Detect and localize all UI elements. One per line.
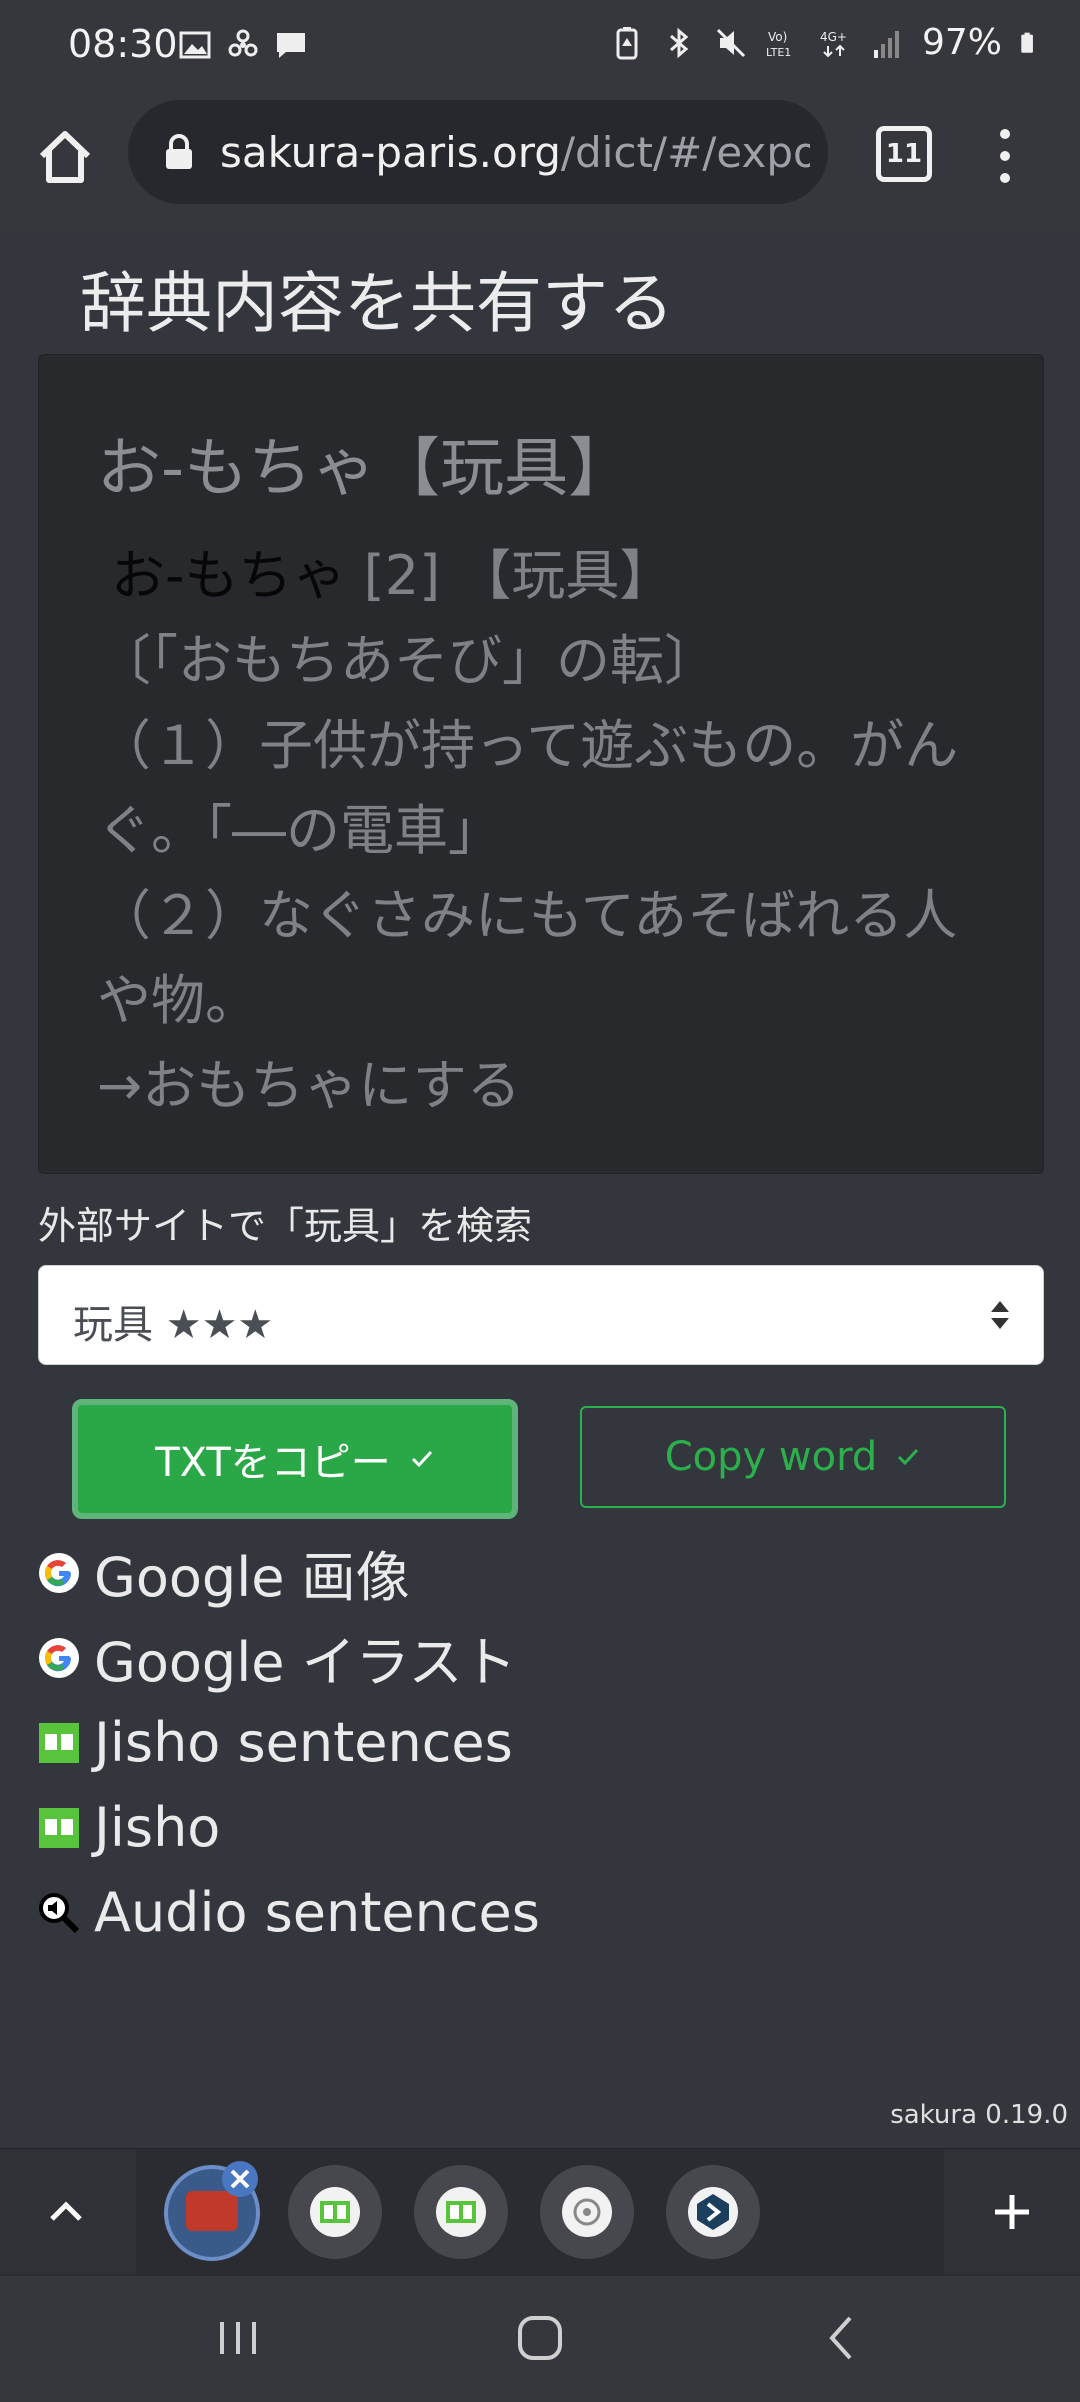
status-time: 08:30: [68, 22, 178, 66]
svg-text:LTE1: LTE1: [766, 46, 791, 59]
google-icon: [39, 1637, 79, 1678]
battery-icon: [1021, 32, 1033, 53]
jisho-icon: [436, 2187, 486, 2237]
external-search-label: 外部サイトで「玩具」を検索: [38, 1204, 533, 1248]
entry-sense-1: （１）子供が持って遊ぶもの。がんぐ。「―の電車」: [97, 714, 959, 862]
entry-headword: お-もちゃ: [111, 544, 347, 607]
message-icon: [277, 33, 305, 58]
jisho-icon: [310, 2187, 360, 2237]
entry-heading: お-もちゃ【玩具】: [97, 432, 633, 506]
jisho-icon: [39, 1807, 79, 1848]
url-text[interactable]: sakura-paris.org/dict/#/export/: [220, 128, 810, 177]
link-jisho-sentences[interactable]: Jisho sentences: [38, 1700, 540, 1785]
select-arrows-icon: [991, 1301, 1009, 1329]
link-audio-sentences[interactable]: Audio sentences: [38, 1870, 540, 1955]
copy-word-button[interactable]: Copy word: [580, 1406, 1006, 1508]
search-term-select[interactable]: 玩具 ★★★: [38, 1265, 1044, 1365]
select-value: 玩具 ★★★: [73, 1302, 274, 1348]
crest-icon: [562, 2187, 612, 2237]
link-jisho[interactable]: Jisho: [38, 1785, 540, 1870]
check-icon: [411, 1450, 432, 1468]
dictionary-entry: お-もちゃ【玩具】 お-もちゃ [2] 【玩具】 〔「おもちあそび」の転〕 （１…: [38, 354, 1044, 1174]
browser-toolbar: sakura-paris.org/dict/#/export/ 11: [0, 96, 1080, 230]
system-nav-bar: [0, 2274, 1080, 2402]
bubble-crest[interactable]: [540, 2165, 634, 2259]
link-label: Audio sentences: [94, 1881, 540, 1944]
link-google-images[interactable]: Google 画像: [38, 1530, 540, 1615]
home-icon[interactable]: [34, 126, 96, 188]
entry-body: お-もちゃ [2] 【玩具】 〔「おもちあそび」の転〕 （１）子供が持って遊ぶも…: [97, 533, 997, 1128]
bubble-bar: [0, 2148, 1080, 2275]
link-label: Jisho: [94, 1796, 221, 1859]
page-title: 辞典内容を共有する: [80, 265, 674, 342]
battery-saver-icon: [616, 26, 638, 59]
volte-icon: Vo) LTE1: [766, 30, 791, 59]
gallery-icon: [179, 31, 211, 59]
add-bubble-button[interactable]: [944, 2149, 1080, 2275]
entry-etymology: 〔「おもちあそび」の転〕: [97, 629, 718, 692]
svg-text:4G+: 4G+: [820, 30, 847, 44]
address-bar[interactable]: sakura-paris.org/dict/#/export/: [128, 100, 828, 204]
shield-arrow-icon: [688, 2187, 738, 2237]
check-icon: [898, 1448, 919, 1466]
back-nav-icon[interactable]: [816, 2312, 868, 2364]
bubble-jisho-1[interactable]: [288, 2165, 382, 2259]
network-4g-icon: 4G+: [820, 30, 847, 57]
expand-bubbles-button[interactable]: [0, 2149, 136, 2275]
url-host: sakura-paris.org: [220, 128, 561, 177]
svg-text:Vo): Vo): [768, 30, 787, 44]
lock-icon: [166, 134, 192, 169]
chevron-up-icon: [50, 2201, 82, 2221]
status-bar: 08:30 Vo) LTE1 4G+ 97%: [0, 0, 1080, 96]
battery-percent: 97%: [921, 22, 1002, 63]
url-path: /dict/#/export/: [560, 128, 810, 177]
bluetooth-icon: [670, 27, 689, 58]
plus-icon: [995, 2195, 1029, 2229]
home-nav-icon[interactable]: [514, 2312, 566, 2364]
bubble-bypass[interactable]: [666, 2165, 760, 2259]
close-bubble-icon[interactable]: [220, 2159, 260, 2199]
more-options-icon[interactable]: [990, 126, 1020, 186]
google-icon: [39, 1552, 79, 1593]
link-google-illustrations[interactable]: Google イラスト: [38, 1615, 540, 1700]
version-label: sakura 0.19.0: [890, 2100, 1068, 2130]
copy-word-label: Copy word: [664, 1434, 878, 1480]
mute-icon: [716, 28, 746, 57]
tab-switcher-button[interactable]: 11: [876, 126, 932, 182]
recent-apps-icon[interactable]: [212, 2312, 264, 2364]
entry-sense-2: （２）なぐさみにもてあそばれる人や物。: [97, 884, 958, 1032]
fan-icon: [228, 29, 258, 57]
jisho-icon: [39, 1722, 79, 1763]
signal-icon: [873, 30, 899, 58]
copy-txt-button[interactable]: TXTをコピー: [72, 1399, 518, 1519]
bubble-jisho-2[interactable]: [414, 2165, 508, 2259]
link-label: Google 画像: [94, 1546, 410, 1609]
entry-accent-kanji: [2] 【玩具】: [346, 544, 674, 607]
external-links-list: Google 画像 Google イラスト Jisho sentences Ji…: [38, 1530, 540, 1955]
entry-crossref: →おもちゃにする: [97, 1054, 521, 1117]
link-label: Jisho sentences: [94, 1711, 513, 1774]
audio-search-icon: [39, 1892, 80, 1933]
copy-txt-label: TXTをコピー: [155, 1440, 391, 1486]
link-label: Google イラスト: [94, 1631, 517, 1694]
